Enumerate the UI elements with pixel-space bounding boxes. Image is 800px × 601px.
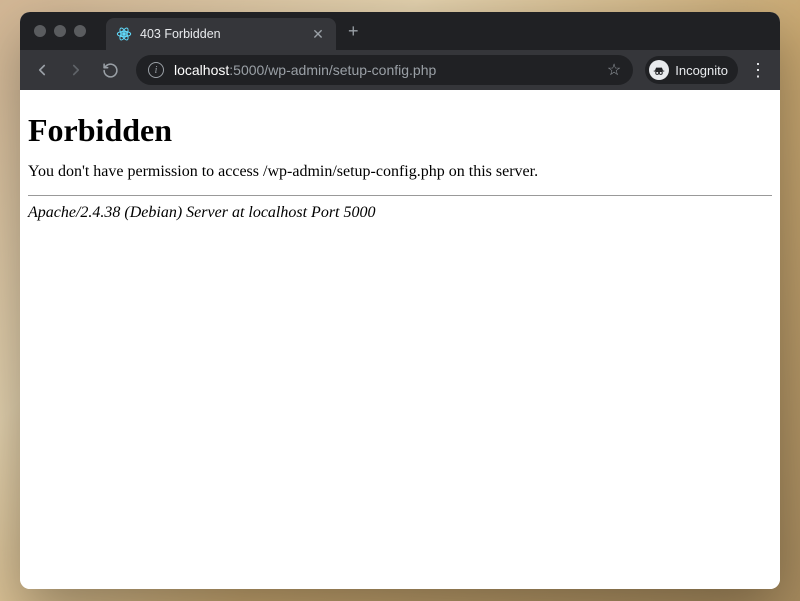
url-text: localhost:5000/wp-admin/setup-config.php: [174, 62, 597, 78]
reload-button[interactable]: [96, 56, 124, 84]
window-controls: [20, 25, 100, 37]
error-heading: Forbidden: [28, 112, 772, 149]
back-button[interactable]: [28, 56, 56, 84]
incognito-label: Incognito: [675, 63, 728, 78]
error-message: You don't have permission to access /wp-…: [28, 163, 772, 181]
divider: [28, 195, 772, 196]
close-tab-icon[interactable]: ✕: [310, 26, 326, 43]
incognito-badge[interactable]: Incognito: [645, 56, 738, 84]
react-icon: [116, 26, 132, 42]
url-host: localhost: [174, 62, 229, 78]
browser-tab-active[interactable]: 403 Forbidden ✕: [106, 18, 336, 50]
site-info-icon[interactable]: i: [148, 62, 164, 78]
window-maximize-button[interactable]: [74, 25, 86, 37]
browser-window: 403 Forbidden ✕ + i localhost:5000/wp-ad…: [20, 12, 780, 589]
window-close-button[interactable]: [34, 25, 46, 37]
tab-title: 403 Forbidden: [140, 27, 302, 41]
url-path: :5000/wp-admin/setup-config.php: [229, 62, 436, 78]
page-content: Forbidden You don't have permission to a…: [20, 90, 780, 589]
incognito-icon: [649, 60, 669, 80]
server-signature: Apache/2.4.38 (Debian) Server at localho…: [28, 204, 772, 222]
forward-button[interactable]: [62, 56, 90, 84]
menu-button[interactable]: ⋮: [744, 60, 772, 81]
toolbar: i localhost:5000/wp-admin/setup-config.p…: [20, 50, 780, 90]
titlebar: 403 Forbidden ✕ +: [20, 12, 780, 50]
tab-strip: 403 Forbidden ✕ +: [106, 12, 371, 50]
window-minimize-button[interactable]: [54, 25, 66, 37]
bookmark-star-icon[interactable]: ☆: [607, 60, 621, 80]
address-bar[interactable]: i localhost:5000/wp-admin/setup-config.p…: [136, 55, 633, 85]
new-tab-button[interactable]: +: [336, 12, 371, 50]
